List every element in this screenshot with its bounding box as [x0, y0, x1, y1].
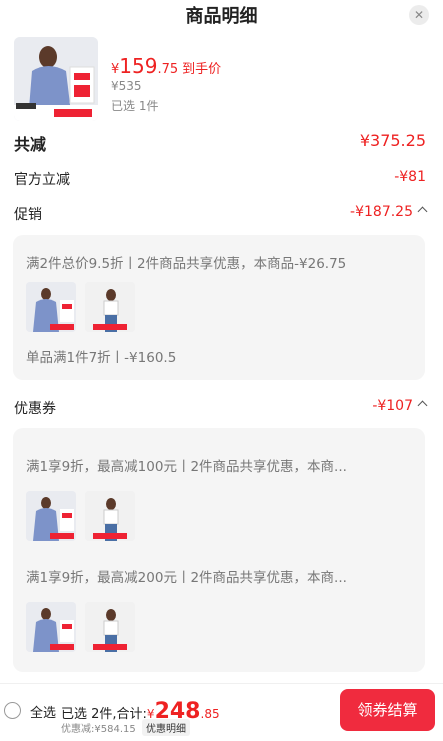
promo-row[interactable]: 促销 -¥187.25: [14, 204, 428, 224]
coupon-rule-2: 满1享9折，最高减200元丨2件商品共享优惠，本商...: [26, 570, 347, 586]
official-discount-value: -¥81: [394, 169, 426, 185]
coupon-rule-1: 满1享9折，最高减100元丨2件商品共享优惠，本商...: [26, 459, 347, 475]
chevron-up-icon[interactable]: [417, 206, 428, 217]
page-title: 商品明细: [185, 6, 258, 27]
promo-rule-2: 单品满1件7折丨-¥160.5: [26, 350, 177, 366]
coupon-card: 满1享9折，最高减100元丨2件商品共享优惠，本商... 满1享9折，最高减20…: [13, 428, 425, 672]
price-decimal: .75: [157, 62, 179, 77]
coupon-label: 优惠券: [14, 401, 56, 417]
coupon-value-wrap: -¥107: [372, 398, 428, 414]
product-thumb[interactable]: [85, 602, 135, 652]
product-thumb[interactable]: [85, 282, 135, 332]
total-discount-row: 共减 ¥375.25: [14, 131, 426, 154]
discount-detail-button[interactable]: 优惠明细: [142, 719, 190, 736]
product-thumb[interactable]: [26, 282, 76, 332]
total-decimal: .85: [200, 707, 220, 721]
footer-bar: 全选 已选 2件,合计:¥248.85 优惠减:¥584.15 优惠明细 领券结…: [0, 683, 443, 741]
original-price: ¥535: [111, 79, 142, 93]
product-thumb[interactable]: [26, 602, 76, 652]
product-thumb[interactable]: [85, 491, 135, 541]
total-discount-value: ¥375.25: [359, 131, 426, 150]
official-discount-row: 官方立减 -¥81: [14, 169, 426, 189]
product-price: ¥159.75 到手价: [111, 54, 221, 78]
promo-card: 满2件总价9.5折丨2件商品共享优惠，本商品-¥26.75 单品满1件7折丨-¥…: [13, 235, 425, 380]
promo-rule-1: 满2件总价9.5折丨2件商品共享优惠，本商品-¥26.75: [26, 256, 347, 272]
checkout-button[interactable]: 领券结算: [340, 689, 435, 731]
discount-amount: 优惠减:¥584.15: [61, 724, 136, 735]
promo-value: -¥187.25: [350, 204, 413, 220]
total-discount-label: 共减: [14, 135, 47, 154]
select-all-radio[interactable]: [4, 702, 21, 719]
product-thumb[interactable]: [26, 491, 76, 541]
price-integer: 159: [119, 54, 158, 78]
chevron-up-icon[interactable]: [417, 400, 428, 411]
coupon-row[interactable]: 优惠券 -¥107: [14, 398, 428, 418]
coupon-value: -¥107: [372, 398, 413, 414]
header: 商品明细 ✕: [0, 0, 443, 30]
promo-label: 促销: [14, 207, 42, 223]
select-all-label[interactable]: 全选: [30, 702, 56, 721]
close-icon[interactable]: ✕: [409, 5, 429, 25]
promo-value-wrap: -¥187.25: [350, 204, 428, 220]
price-tag: 到手价: [182, 62, 222, 77]
selected-count: 已选 1件: [111, 99, 159, 113]
product-image: [14, 37, 98, 121]
official-discount-label: 官方立减: [14, 172, 70, 188]
